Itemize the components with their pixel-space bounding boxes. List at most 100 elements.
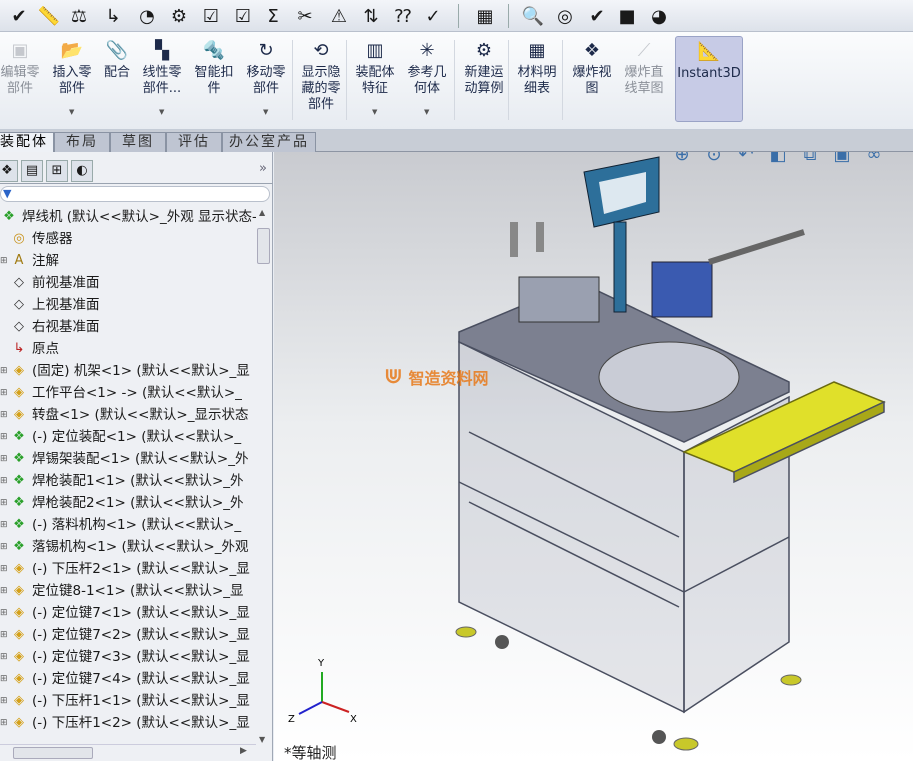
- expand-toggle-icon[interactable]: ⊞: [0, 382, 10, 404]
- curvature-icon[interactable]: 🔍: [520, 3, 546, 29]
- tab-2[interactable]: 草图: [110, 132, 166, 152]
- property-manager-tab[interactable]: ▤: [21, 160, 43, 182]
- smart-fasteners-button[interactable]: 🔩 智能扣 件: [188, 36, 240, 124]
- new-motion-study-button[interactable]: ⚙ 新建运 动算例: [458, 36, 510, 124]
- expand-toggle-icon[interactable]: ⊞: [0, 470, 10, 492]
- tab-0[interactable]: 装配体: [0, 132, 54, 153]
- tree-item[interactable]: ⊞ ❖ (-) 定位装配<1> (默认<<默认>_: [0, 426, 241, 448]
- tree-item[interactable]: ⊞ ◈ (-) 定位键7<3> (默认<<默认>_显: [0, 646, 250, 668]
- tree-item[interactable]: ⊞ ◈ (-) 下压杆1<2> (默认<<默认>_显: [0, 712, 250, 734]
- tree-item[interactable]: ⊞ ◈ 转盘<1> (默认<<默认>_显示状态: [0, 404, 248, 426]
- show-hidden-button[interactable]: ⟲ 显示隐 藏的零 部件: [296, 36, 346, 124]
- display-icon[interactable]: ■: [614, 3, 640, 29]
- warning-icon[interactable]: ⚠: [326, 3, 352, 29]
- tree-item[interactable]: ⊞ ◈ 工作平台<1> -> (默认<<默认>_: [0, 382, 242, 404]
- tab-3[interactable]: 评估: [166, 132, 222, 152]
- tree-item[interactable]: ⊞ ◈ (-) 定位键7<2> (默认<<默认>_显: [0, 624, 250, 646]
- exploded-view-button[interactable]: ❖ 爆炸视 图: [566, 36, 618, 124]
- tree-item[interactable]: ⊞ ❖ 落锡机构<1> (默认<<默认>_外观: [0, 536, 248, 558]
- sensor-icon[interactable]: ⚙: [166, 3, 192, 29]
- tree-item[interactable]: ⊞ ◈ (-) 下压杆1<1> (默认<<默认>_显: [0, 690, 250, 712]
- expand-toggle-icon[interactable]: ⊞: [0, 536, 10, 558]
- bill-of-materials-button[interactable]: ▦ 材料明 细表: [512, 36, 562, 124]
- expand-toggle-icon[interactable]: ⊞: [0, 404, 10, 426]
- sum-icon[interactable]: Σ: [260, 3, 286, 29]
- check-entity-icon[interactable]: ✓: [420, 3, 446, 29]
- approve-icon[interactable]: ✔: [584, 3, 610, 29]
- display-manager-tab[interactable]: ◐: [71, 160, 93, 182]
- dropdown-arrow-icon[interactable]: ▼: [424, 104, 429, 120]
- tree-item[interactable]: ⊞ ❖ (-) 落料机构<1> (默认<<默认>_: [0, 514, 241, 536]
- zebra-icon[interactable]: ◎: [552, 3, 578, 29]
- dropdown-arrow-icon[interactable]: ▼: [372, 104, 377, 120]
- spell-check-icon[interactable]: ✔: [6, 3, 32, 29]
- tree-item[interactable]: ◇ 前视基准面: [0, 272, 100, 294]
- tree-item[interactable]: ◇ 右视基准面: [0, 316, 100, 338]
- move-component-button[interactable]: ↻ 移动零 部件 ▼: [240, 36, 292, 124]
- interference-icon[interactable]: ✂: [292, 3, 318, 29]
- tree-item[interactable]: ⊞ ◈ 定位键8-1<1> (默认<<默认>_显: [0, 580, 244, 602]
- expand-toggle-icon[interactable]: ⊞: [0, 448, 10, 470]
- linear-pattern-button[interactable]: ▚ 线性零 部件... ▼: [136, 36, 188, 124]
- expand-toggle-icon[interactable]: ⊞: [0, 712, 10, 734]
- tree-item[interactable]: ↳ 原点: [0, 338, 59, 360]
- feature-manager-tab[interactable]: ❖: [0, 160, 18, 182]
- performance-icon[interactable]: ◔: [134, 3, 160, 29]
- expand-toggle-icon[interactable]: ⊞: [0, 250, 10, 272]
- section-properties-icon[interactable]: ↳: [100, 3, 126, 29]
- tree-item[interactable]: ◎ 传感器: [0, 228, 72, 250]
- dropdown-arrow-icon[interactable]: ▼: [69, 104, 74, 120]
- bom-excel-icon[interactable]: ▦: [472, 3, 498, 29]
- check-icon[interactable]: ☑: [198, 3, 224, 29]
- expand-toggle-icon[interactable]: ⊞: [0, 514, 10, 536]
- mate-button[interactable]: 📎 配合: [100, 36, 134, 124]
- tree-item[interactable]: ❖ 焊线机 (默认<<默认>_外观 显示状态-1>): [0, 206, 256, 228]
- tree-filter-input[interactable]: ▼: [0, 186, 270, 202]
- expand-toggle-icon[interactable]: ⊞: [0, 602, 10, 624]
- tree-vertical-scrollbar[interactable]: ▲ ▼: [256, 206, 272, 746]
- explode-line-sketch-button[interactable]: ⟋ 爆炸直 线草图: [618, 36, 670, 124]
- scroll-thumb[interactable]: [257, 228, 270, 264]
- expand-toggle-icon[interactable]: ⊞: [0, 558, 10, 580]
- hscroll-thumb[interactable]: [13, 747, 93, 759]
- tab-1[interactable]: 布局: [54, 132, 110, 152]
- expand-toggle-icon[interactable]: ⊞: [0, 492, 10, 514]
- tab-4[interactable]: 办公室产品: [222, 132, 316, 152]
- expand-toggle-icon[interactable]: ⊞: [0, 646, 10, 668]
- expand-toggle-icon[interactable]: ⊞: [0, 426, 10, 448]
- tree-horizontal-scrollbar[interactable]: ▶: [0, 744, 256, 761]
- tree-item[interactable]: ⊞ ❖ 焊锡架装配<1> (默认<<默认>_外: [0, 448, 248, 470]
- expand-panel-icon[interactable]: »: [259, 161, 267, 176]
- edit-component-button[interactable]: ▣ 编辑零 部件: [0, 36, 40, 124]
- tree-item[interactable]: ⊞ ◈ (-) 下压杆2<1> (默认<<默认>_显: [0, 558, 250, 580]
- check-disabled-icon[interactable]: ☑: [230, 3, 256, 29]
- assembly-feature-button[interactable]: ▥ 装配体 特征 ▼: [350, 36, 400, 124]
- expand-toggle-icon[interactable]: ⊞: [0, 580, 10, 602]
- tree-item[interactable]: ⊞ ◈ (固定) 机架<1> (默认<<默认>_显: [0, 360, 250, 382]
- reference-geometry-button[interactable]: ✳ 参考几 何体 ▼: [402, 36, 452, 124]
- render-icon[interactable]: ◕: [646, 3, 672, 29]
- tree-item[interactable]: ◇ 上视基准面: [0, 294, 100, 316]
- clearance-icon[interactable]: ⇅: [358, 3, 384, 29]
- graphics-viewport[interactable]: ⊕ ⊙ ↶ ◧ ⧉ ▣ ∞ Y X Z ⋓ 智造资料网 *等轴测: [274, 152, 913, 761]
- dropdown-arrow-icon[interactable]: ▼: [159, 104, 164, 120]
- scroll-right-icon[interactable]: ▶: [240, 746, 247, 756]
- dropdown-arrow-icon[interactable]: ▼: [263, 104, 268, 120]
- tree-item[interactable]: ⊞ ❖ 焊枪装配1<1> (默认<<默认>_外: [0, 470, 244, 492]
- expand-toggle-icon[interactable]: ⊞: [0, 690, 10, 712]
- scroll-down-icon[interactable]: ▼: [259, 735, 265, 744]
- mass-properties-icon[interactable]: ⚖: [66, 3, 92, 29]
- compare-icon[interactable]: ⁇: [390, 3, 416, 29]
- measure-icon[interactable]: 📏: [36, 3, 62, 29]
- expand-toggle-icon[interactable]: ⊞: [0, 668, 10, 690]
- insert-component-button[interactable]: 📂 插入零 部件 ▼: [46, 36, 98, 124]
- tree-item[interactable]: ⊞ ❖ 焊枪装配2<1> (默认<<默认>_外: [0, 492, 244, 514]
- tree-item[interactable]: ⊞ A 注解: [0, 250, 59, 272]
- scroll-up-icon[interactable]: ▲: [259, 208, 265, 217]
- expand-toggle-icon[interactable]: ⊞: [0, 360, 10, 382]
- assembly-model[interactable]: Y X Z: [274, 152, 913, 761]
- tree-item[interactable]: ⊞ ◈ (-) 定位键7<1> (默认<<默认>_显: [0, 602, 250, 624]
- tree-item[interactable]: ⊞ ◈ (-) 定位键7<4> (默认<<默认>_显: [0, 668, 250, 690]
- expand-toggle-icon[interactable]: ⊞: [0, 624, 10, 646]
- instant3d-button[interactable]: 📐 Instant3D: [675, 36, 743, 122]
